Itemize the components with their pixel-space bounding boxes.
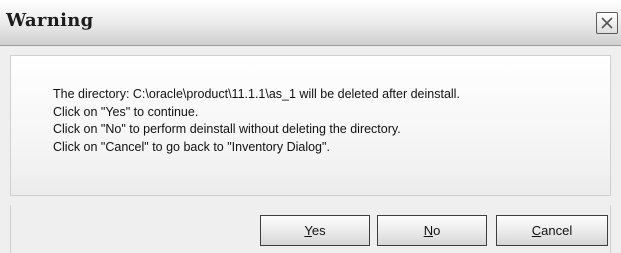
- message-line-yes: Click on "Yes" to continue.: [53, 104, 199, 119]
- no-button-mnemonic: N: [423, 223, 434, 238]
- dialog-title: Warning: [6, 10, 94, 31]
- warning-dialog: Warning The directory: C:\oracle\product…: [0, 0, 621, 253]
- message-line-no: Click on "No" to perform deinstall witho…: [53, 122, 401, 136]
- cancel-button-label: ancel: [541, 223, 573, 238]
- button-bar: Yes No Cancel: [10, 205, 611, 253]
- message-line-directory: The directory: C:\oracle\product\11.1.1\…: [53, 87, 460, 101]
- warning-message: The directory: C:\oracle\product\11.1.1\…: [53, 86, 460, 156]
- cancel-button[interactable]: Cancel: [496, 215, 608, 246]
- yes-button-mnemonic: Y: [304, 223, 312, 238]
- close-button[interactable]: [596, 12, 618, 34]
- message-panel: The directory: C:\oracle\product\11.1.1\…: [10, 55, 611, 196]
- title-bar[interactable]: Warning: [0, 0, 621, 46]
- cancel-button-mnemonic: C: [531, 223, 542, 238]
- yes-button[interactable]: Yes: [260, 215, 370, 246]
- no-button[interactable]: No: [377, 215, 487, 246]
- close-icon: [601, 17, 613, 29]
- yes-button-label: es: [311, 223, 326, 238]
- no-button-label: o: [433, 223, 441, 238]
- message-line-cancel: Click on "Cancel" to go back to "Invento…: [53, 139, 330, 154]
